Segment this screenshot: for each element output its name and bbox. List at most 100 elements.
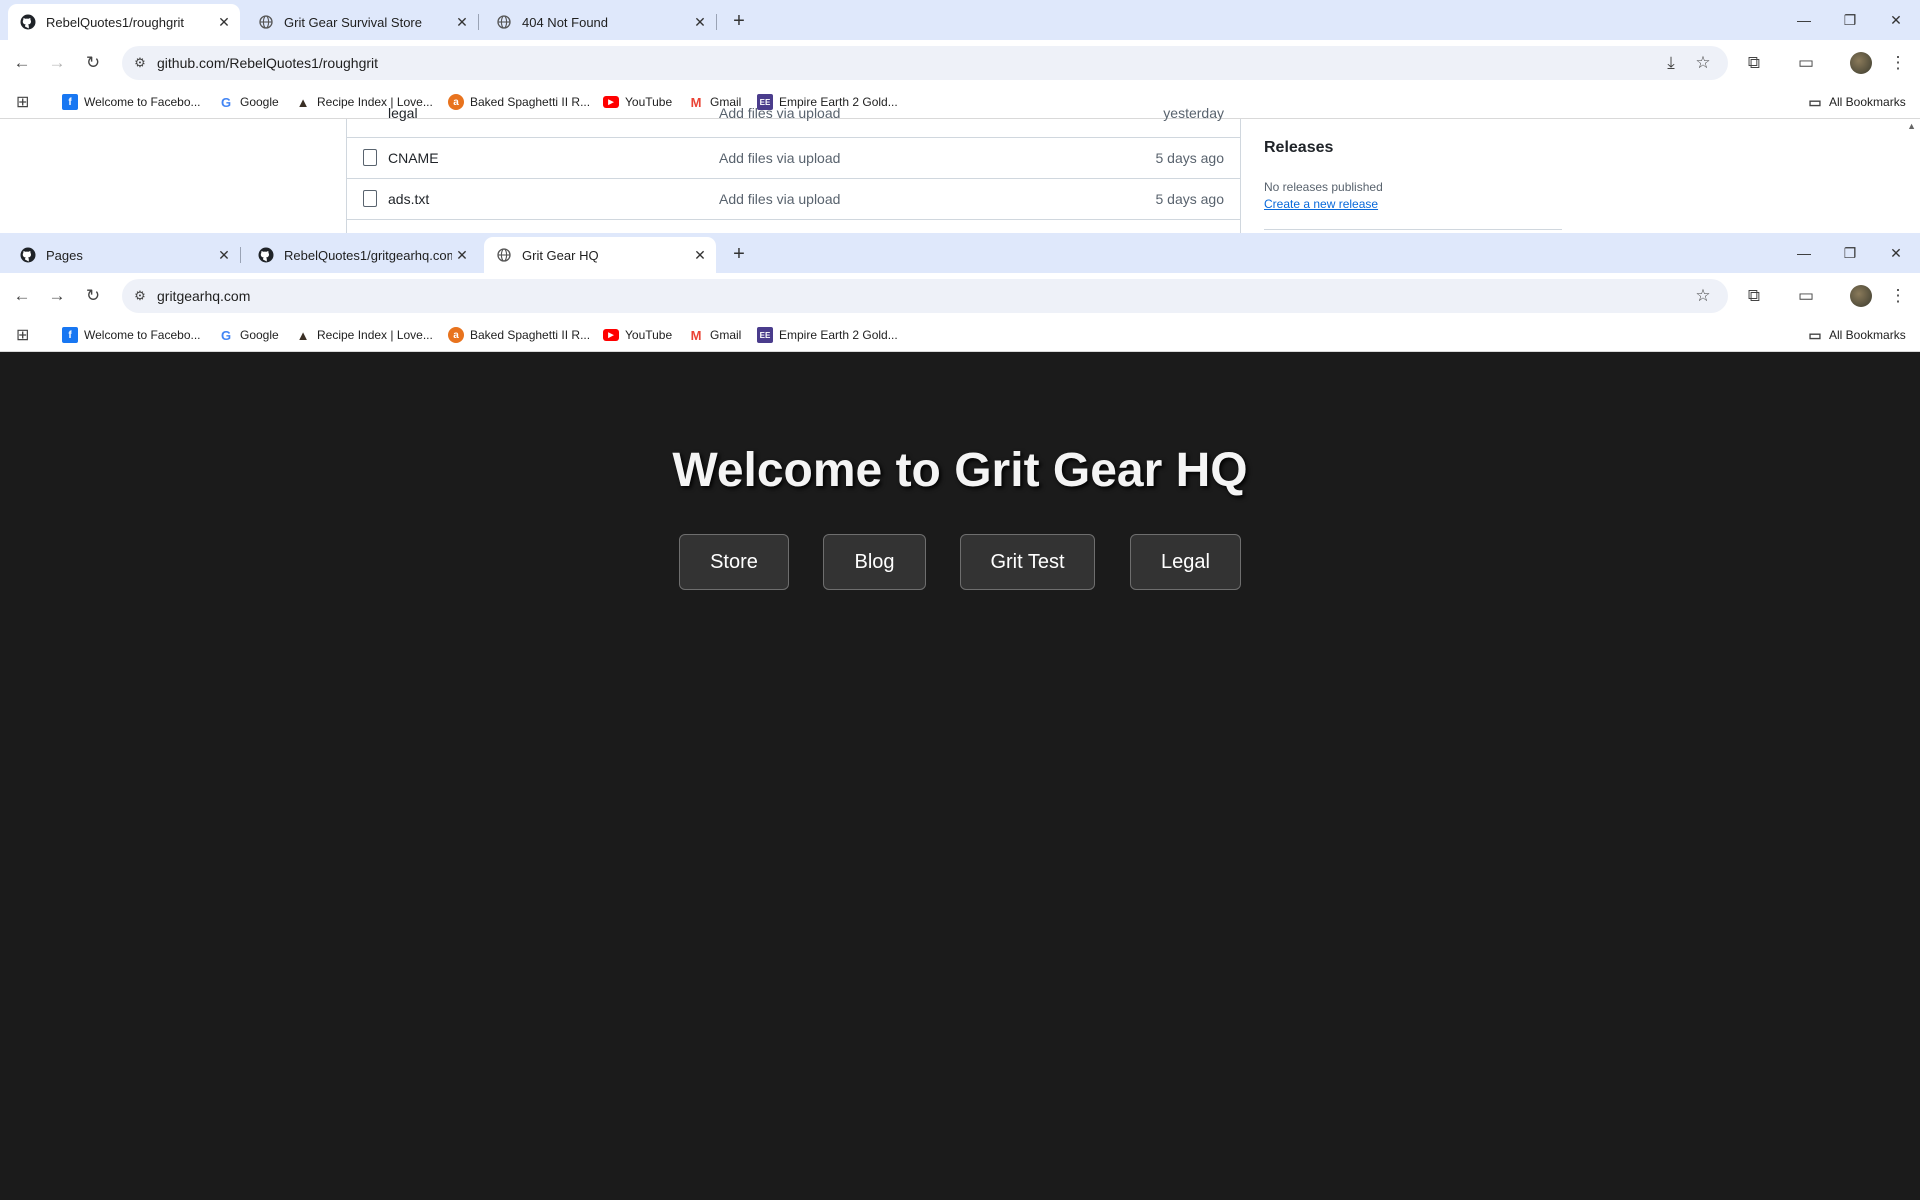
bookmark-label: YouTube (625, 328, 673, 342)
facebook-icon: f (62, 327, 78, 343)
commit-date: 5 days ago (1155, 150, 1225, 166)
bookmark-empire-earth[interactable]: EE Empire Earth 2 Gold... (757, 324, 898, 346)
browser-toolbar: ← → ↻ ⚙ github.com/RebelQuotes1/roughgri… (0, 40, 1920, 86)
close-icon[interactable]: ✕ (690, 245, 710, 265)
file-list: legal Add files via upload yesterday CNA… (346, 105, 1241, 233)
tab-gritgearhq-repo[interactable]: RebelQuotes1/gritgearhq.com ✕ (246, 237, 478, 273)
close-icon[interactable]: ✕ (690, 12, 710, 32)
address-bar[interactable]: ⚙ github.com/RebelQuotes1/roughgrit (122, 46, 1728, 80)
close-window-button[interactable]: ✕ (1873, 233, 1919, 273)
apps-button[interactable]: ⊞ (16, 91, 29, 113)
bookmark-facebook[interactable]: f Welcome to Facebo... (62, 324, 201, 346)
back-button[interactable]: ← (7, 48, 37, 78)
puzzle-icon: ⧉ (1747, 286, 1761, 305)
extensions-button[interactable]: ⧉ (1739, 48, 1769, 78)
commit-message[interactable]: Add files via upload (719, 150, 840, 166)
apps-button[interactable]: ⊞ (16, 324, 29, 346)
store-button[interactable]: Store (679, 534, 789, 590)
table-row[interactable]: legal Add files via upload yesterday (347, 93, 1240, 134)
grit-test-button[interactable]: Grit Test (960, 534, 1095, 590)
tab-roughgrit[interactable]: RebelQuotes1/roughgrit ✕ (8, 4, 240, 40)
minimize-button[interactable]: — (1781, 233, 1827, 273)
plus-icon: + (733, 242, 745, 265)
bookmark-gmail[interactable]: M Gmail (688, 324, 741, 346)
minimize-icon: — (1797, 12, 1811, 28)
releases-heading[interactable]: Releases (1264, 139, 1333, 157)
tab-search-icon: ▭ (1797, 286, 1815, 305)
commit-date-partial: yesterday (1163, 105, 1224, 121)
kebab-menu-icon: ⋮ (1889, 286, 1907, 305)
bookmark-star-button[interactable]: ☆ (1688, 48, 1718, 78)
browser-window-back: RebelQuotes1/roughgrit ✕ Grit Gear Survi… (0, 0, 1920, 233)
url-text[interactable]: gritgearhq.com (157, 288, 250, 304)
file-name-partial: legal (388, 105, 418, 121)
address-bar[interactable]: ⚙ gritgearhq.com (122, 279, 1728, 313)
minimize-button[interactable]: — (1781, 0, 1827, 40)
table-row[interactable]: CNAME Add files via upload 5 days ago (347, 137, 1240, 178)
blog-button[interactable]: Blog (823, 534, 926, 590)
new-tab-button[interactable]: + (727, 9, 751, 33)
back-button[interactable]: ← (7, 281, 37, 311)
tab-search-button[interactable]: ▭ (1791, 281, 1821, 311)
gmail-icon: M (688, 327, 704, 343)
install-app-button[interactable]: ⤓ (1656, 48, 1686, 78)
table-row[interactable] (347, 219, 1240, 233)
tab-pages[interactable]: Pages ✕ (8, 237, 241, 273)
site-content: Welcome to Grit Gear HQ Store Blog Grit … (0, 353, 1920, 1200)
bookmark-label: Welcome to Facebo... (84, 95, 201, 109)
bookmark-star-button[interactable]: ☆ (1688, 281, 1718, 311)
file-name[interactable]: ads.txt (388, 191, 429, 207)
puzzle-icon: ⧉ (1747, 53, 1761, 72)
commit-date: 5 days ago (1155, 191, 1225, 207)
bookmark-google[interactable]: G Google (218, 91, 279, 113)
bookmark-youtube[interactable]: ▶ YouTube (603, 324, 672, 346)
profile-button[interactable] (1846, 281, 1876, 311)
tab-survival-store[interactable]: Grit Gear Survival Store ✕ (246, 4, 479, 40)
bookmark-google[interactable]: G Google (218, 324, 279, 346)
close-icon[interactable]: ✕ (452, 245, 472, 265)
close-icon[interactable]: ✕ (214, 245, 234, 265)
reload-icon: ↻ (85, 286, 101, 305)
bookmark-facebook[interactable]: f Welcome to Facebo... (62, 91, 201, 113)
reload-button[interactable]: ↻ (78, 281, 108, 311)
all-bookmarks-button[interactable]: ▭ All Bookmarks (1807, 324, 1906, 346)
bookmark-label: Recipe Index | Love... (317, 328, 433, 342)
close-icon[interactable]: ✕ (452, 12, 472, 32)
avatar (1850, 52, 1872, 74)
restore-button[interactable]: ❐ (1827, 233, 1873, 273)
extensions-button[interactable]: ⧉ (1739, 281, 1769, 311)
forward-button[interactable]: → (42, 48, 72, 78)
legal-button[interactable]: Legal (1130, 534, 1241, 590)
menu-button[interactable]: ⋮ (1883, 281, 1913, 311)
close-window-button[interactable]: ✕ (1873, 0, 1919, 40)
tab-search-button[interactable]: ▭ (1791, 48, 1821, 78)
reload-button[interactable]: ↻ (78, 48, 108, 78)
globe-icon (496, 247, 512, 263)
commit-message[interactable]: Add files via upload (719, 191, 840, 207)
back-arrow-icon: ← (13, 53, 31, 72)
file-icon (363, 190, 377, 207)
all-bookmarks-button[interactable]: ▭ All Bookmarks (1807, 91, 1906, 113)
tab-404[interactable]: 404 Not Found ✕ (484, 4, 717, 40)
site-settings-icon[interactable]: ⚙ (130, 286, 150, 306)
all-bookmarks-label: All Bookmarks (1829, 95, 1906, 109)
url-text[interactable]: github.com/RebelQuotes1/roughgrit (157, 55, 378, 71)
tab-strip: RebelQuotes1/roughgrit ✕ Grit Gear Survi… (0, 0, 1920, 40)
menu-button[interactable]: ⋮ (1883, 48, 1913, 78)
forward-button[interactable]: → (42, 281, 72, 311)
close-icon[interactable]: ✕ (214, 12, 234, 32)
new-tab-button[interactable]: + (727, 242, 751, 266)
bookmark-recipe-index[interactable]: ▲ Recipe Index | Love... (295, 324, 433, 346)
scroll-up-arrow-icon[interactable]: ▲ (1907, 121, 1916, 131)
restore-button[interactable]: ❐ (1827, 0, 1873, 40)
create-release-link[interactable]: Create a new release (1264, 197, 1378, 211)
all-bookmarks-label: All Bookmarks (1829, 328, 1906, 342)
folder-icon: ▭ (1808, 326, 1822, 343)
file-name[interactable]: CNAME (388, 150, 439, 166)
bookmark-label: Baked Spaghetti II R... (470, 328, 591, 342)
bookmark-baked-spaghetti[interactable]: a Baked Spaghetti II R... (448, 324, 590, 346)
site-settings-icon[interactable]: ⚙ (130, 53, 150, 73)
table-row[interactable]: ads.txt Add files via upload 5 days ago (347, 178, 1240, 219)
profile-button[interactable] (1846, 48, 1876, 78)
tab-grit-gear-hq[interactable]: Grit Gear HQ ✕ (484, 237, 716, 273)
